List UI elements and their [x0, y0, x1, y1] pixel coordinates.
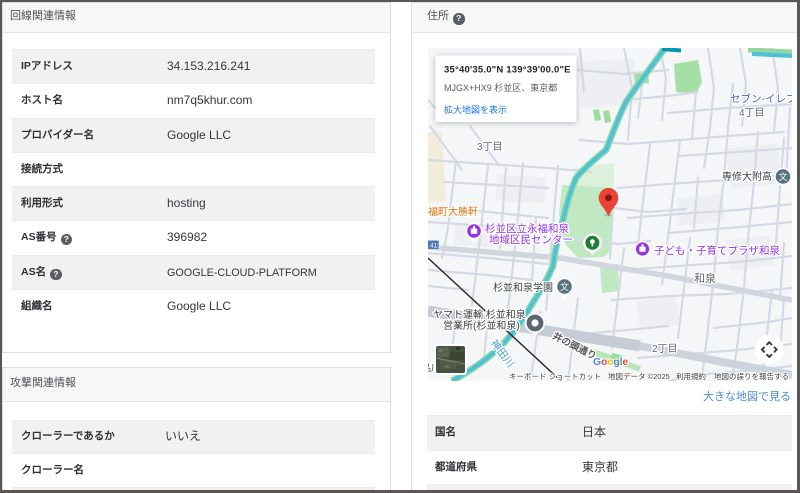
svg-text:413: 413 — [430, 243, 441, 250]
svg-text:ヤマト運輸 杉並和泉: ヤマト運輸 杉並和泉 — [433, 308, 526, 321]
svg-text:キーボード ショートカット: キーボード ショートカット — [509, 372, 601, 381]
svg-text:35°40'35.0"N 139°39'00.0"E: 35°40'35.0"N 139°39'00.0"E — [444, 65, 571, 76]
svg-text:文: 文 — [560, 281, 569, 292]
svg-text:3丁目: 3丁目 — [477, 142, 503, 153]
svg-text:セブン-イレブン: セブン-イレブン — [730, 92, 792, 105]
svg-text:地図の誤りを報告する: 地図の誤りを報告する — [714, 371, 789, 381]
svg-text:地図データ ©2025: 地図データ ©2025 — [608, 371, 670, 381]
svg-text:福町大勝軒: 福町大勝軒 — [428, 205, 478, 218]
svg-text:和泉: 和泉 — [694, 271, 716, 285]
svg-text:杉並和泉学園: 杉並和泉学園 — [493, 281, 553, 294]
svg-text:MJGX+HX9 杉並区、東京都: MJGX+HX9 杉並区、東京都 — [444, 82, 557, 93]
svg-text:2丁目: 2丁目 — [652, 344, 678, 355]
svg-text:営業所(杉並和泉): 営業所(杉並和泉) — [443, 319, 520, 332]
svg-text:Google: Google — [593, 356, 628, 368]
svg-text:拡大地図を表示: 拡大地図を表示 — [444, 104, 507, 115]
svg-text:4丁目: 4丁目 — [739, 108, 765, 119]
svg-text:文: 文 — [778, 171, 787, 182]
svg-text:利用規約: 利用規約 — [676, 371, 706, 381]
svg-text:専修大附高: 専修大附高 — [722, 170, 772, 183]
svg-text:子ども・子育てプラザ和泉: 子ども・子育てプラザ和泉 — [654, 244, 780, 257]
svg-text:地域区民センター: 地域区民センター — [489, 233, 573, 246]
